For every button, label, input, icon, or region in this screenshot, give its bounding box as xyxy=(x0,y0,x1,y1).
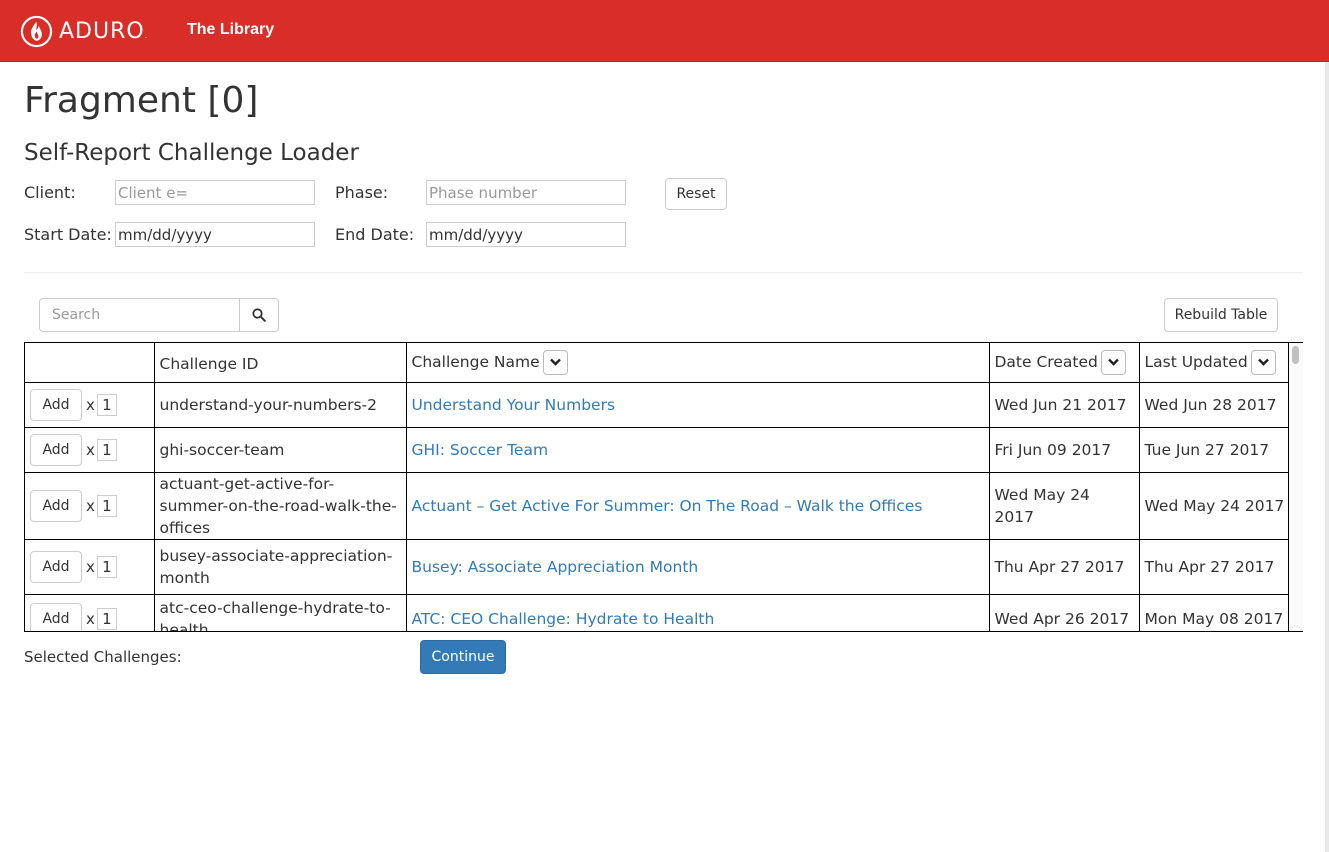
header-challenge-id: Challenge ID xyxy=(153,343,407,383)
challenge-name-cell: GHI: Soccer Team xyxy=(405,426,990,473)
brand-name: ADURO. xyxy=(59,18,149,44)
quantity-input[interactable]: 1 xyxy=(96,393,117,416)
times-sign: x xyxy=(86,610,95,628)
chevron-down-icon xyxy=(1107,358,1119,366)
row-actions: Add x 1 xyxy=(25,593,155,631)
search-icon xyxy=(252,308,266,322)
quantity-input[interactable]: 1 xyxy=(96,494,117,517)
table-row: Add x 1 busey-associate-appreciation-month… xyxy=(25,538,1288,595)
continue-button[interactable]: Continue xyxy=(420,640,506,674)
last-updated: Tue Jun 27 2017 xyxy=(1138,426,1288,473)
challenge-name-link[interactable]: ATC: CEO Challenge: Hydrate to Health xyxy=(412,610,715,628)
page-subtitle: Self-Report Challenge Loader xyxy=(24,140,359,166)
challenge-id: actuant-get-active-for-summer-on-the-roa… xyxy=(153,471,407,540)
top-navbar: ADURO. The Library xyxy=(0,0,1329,62)
start-date-input[interactable] xyxy=(115,222,315,247)
quantity-input[interactable]: 1 xyxy=(96,555,117,578)
date-created: Wed Apr 26 2017 xyxy=(988,593,1140,631)
challenge-name-link[interactable]: Busey: Associate Appreciation Month xyxy=(412,558,699,576)
sort-created-button[interactable] xyxy=(1100,349,1126,375)
search-button[interactable] xyxy=(239,298,279,332)
chevron-down-icon xyxy=(1257,358,1269,366)
quantity-input[interactable]: 1 xyxy=(96,608,117,630)
row-actions: Add x 1 xyxy=(25,426,155,473)
quantity-input[interactable]: 1 xyxy=(96,438,117,461)
flame-icon xyxy=(20,15,53,47)
challenge-name-cell: Actuant – Get Active For Summer: On The … xyxy=(405,471,990,540)
challenge-id: ghi-soccer-team xyxy=(153,426,407,473)
challenge-id: understand-your-numbers-2 xyxy=(153,381,407,428)
table-row: Add x 1 actuant-get-active-for-summer-on-t… xyxy=(25,471,1288,540)
challenge-id: busey-associate-appreciation-month xyxy=(153,538,407,595)
client-input[interactable] xyxy=(115,180,315,205)
header-last-updated: Last Updated xyxy=(1138,343,1288,383)
table-row: Add x 1 ghi-soccer-team GHI: Soccer Team F… xyxy=(25,426,1288,473)
table-scrollbar[interactable] xyxy=(1289,342,1303,632)
last-updated: Mon May 08 2017 xyxy=(1138,593,1288,631)
times-sign: x xyxy=(86,557,95,576)
header-actions xyxy=(25,343,155,383)
challenge-id: atc-ceo-challenge-hydrate-to-health xyxy=(153,593,407,631)
nav-link-library[interactable]: The Library xyxy=(187,21,274,39)
header-challenge-name: Challenge Name xyxy=(405,343,990,383)
start-date-label: Start Date: xyxy=(24,225,112,244)
challenge-name-link[interactable]: Actuant – Get Active For Summer: On The … xyxy=(412,497,923,515)
add-button[interactable]: Add xyxy=(30,388,82,421)
last-updated: Wed Jun 28 2017 xyxy=(1138,381,1288,428)
date-created: Thu Apr 27 2017 xyxy=(988,538,1140,595)
date-created: Wed Jun 21 2017 xyxy=(988,381,1140,428)
challenge-name-link[interactable]: Understand Your Numbers xyxy=(412,396,616,414)
add-button[interactable]: Add xyxy=(30,550,82,583)
page-title: Fragment [0] xyxy=(24,80,259,121)
window-scrollbar[interactable] xyxy=(1325,62,1329,852)
end-date-label: End Date: xyxy=(335,225,415,244)
challenge-name-cell: ATC: CEO Challenge: Hydrate to Health xyxy=(405,593,990,631)
add-button[interactable]: Add xyxy=(30,603,82,631)
header-date-created: Date Created xyxy=(988,343,1140,383)
chevron-down-icon xyxy=(549,358,561,366)
add-button[interactable]: Add xyxy=(30,489,82,522)
row-actions: Add x 1 xyxy=(25,471,155,540)
table-scrollbar-thumb[interactable] xyxy=(1292,346,1299,364)
table-row: Add x 1 understand-your-numbers-2 Understa… xyxy=(25,381,1288,428)
add-button[interactable]: Add xyxy=(30,433,82,466)
date-created: Fri Jun 09 2017 xyxy=(988,426,1140,473)
last-updated: Wed May 24 2017 xyxy=(1138,471,1288,540)
sort-updated-button[interactable] xyxy=(1250,349,1276,375)
end-date-input[interactable] xyxy=(426,222,626,247)
table-row: Add x 1 atc-ceo-challenge-hydrate-to-healt… xyxy=(25,593,1288,631)
selected-challenges-label: Selected Challenges: xyxy=(24,648,182,666)
phase-label: Phase: xyxy=(335,183,389,202)
divider xyxy=(24,272,1303,273)
phase-input[interactable] xyxy=(426,180,626,205)
last-updated: Thu Apr 27 2017 xyxy=(1138,538,1288,595)
row-actions: Add x 1 xyxy=(25,538,155,595)
table-header-row: Challenge ID Challenge Name Date Created… xyxy=(25,343,1288,383)
client-label: Client: xyxy=(24,183,76,202)
brand[interactable]: ADURO. xyxy=(20,14,148,48)
times-sign: x xyxy=(86,440,95,459)
challenge-name-link[interactable]: GHI: Soccer Team xyxy=(412,441,549,459)
challenge-name-cell: Understand Your Numbers xyxy=(405,381,990,428)
search-input[interactable] xyxy=(39,298,240,332)
rebuild-table-button[interactable]: Rebuild Table xyxy=(1164,298,1278,332)
reset-button[interactable]: Reset xyxy=(665,178,727,210)
challenge-name-cell: Busey: Associate Appreciation Month xyxy=(405,538,990,595)
times-sign: x xyxy=(86,496,95,515)
date-created: Wed May 24 2017 xyxy=(988,471,1140,540)
sort-name-button[interactable] xyxy=(542,349,568,375)
challenges-table: Challenge ID Challenge Name Date Created… xyxy=(24,342,1289,632)
row-actions: Add x 1 xyxy=(25,381,155,428)
times-sign: x xyxy=(86,395,95,414)
